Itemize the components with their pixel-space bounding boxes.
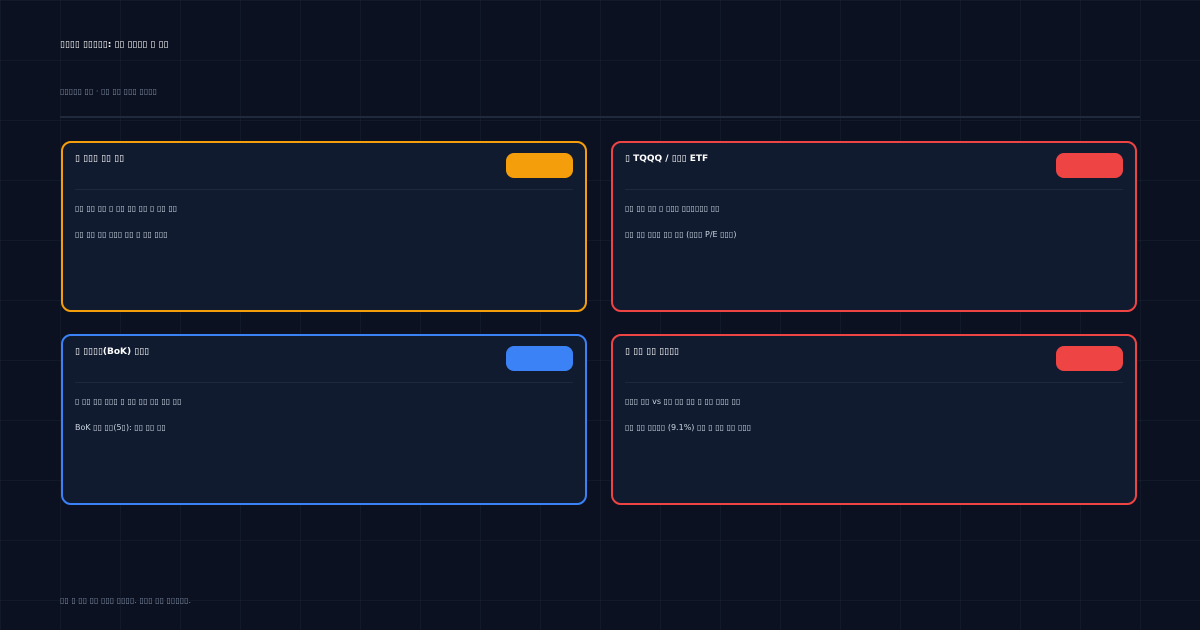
card-title: ▯ ▯▯ ▯▯ ▯▯▯▯ [625,347,679,357]
card-divider [75,189,573,190]
card-title: ▯ ▯▯▯▯(BoK) ▯▯▯ [75,347,150,357]
header-divider [60,116,1140,118]
page-title: ▯▯▯▯ ▯▯▯▯▯: ▯▯ ▯▯▯▯ ▯ ▯▯ [60,40,169,50]
card-text: ▯▯▯ ▯▯ vs ▯▯ ▯▯ ▯▯ ▯ ▯▯ ▯▯▯ ▯▯ [625,397,741,406]
risk-card: ▯ ▯▯▯▯(BoK) ▯▯▯ ▯ ▯▯ ▯▯ ▯▯▯ ▯ ▯▯ ▯▯ ▯▯ ▯… [61,334,587,505]
card-text: ▯▯ ▯▯ ▯▯ ▯ ▯▯▯ ▯▯▯▯▯▯ ▯▯ [625,204,720,213]
card-text: BoK ▯▯ ▯▯(5▯): ▯▯ ▯▯ ▯▯ [75,423,166,432]
card-title: ▯ ▯▯▯ ▯▯ ▯▯ [75,154,125,164]
card-text: ▯▯ ▯▯ ▯▯▯▯ (9.1%) ▯▯ ▯ ▯▯ ▯▯ ▯▯▯ [625,423,752,432]
risk-badge [1056,153,1123,178]
risk-badge [506,346,573,371]
risk-card: ▯ ▯▯▯ ▯▯ ▯▯ ▯▯ ▯▯ ▯▯ ▯ ▯▯ ▯▯ ▯▯ ▯ ▯▯ ▯▯ … [61,141,587,312]
risk-badge [506,153,573,178]
card-divider [625,189,1123,190]
card-title: ▯ TQQQ / ▯▯▯ ETF [625,154,709,164]
card-divider [625,382,1123,383]
risk-badge [1056,346,1123,371]
risk-card: ▯ ▯▯ ▯▯ ▯▯▯▯ ▯▯▯ ▯▯ vs ▯▯ ▯▯ ▯▯ ▯ ▯▯ ▯▯▯… [611,334,1137,505]
card-text: ▯ ▯▯ ▯▯ ▯▯▯ ▯ ▯▯ ▯▯ ▯▯ ▯▯ ▯▯ [75,397,182,406]
card-text: ▯▯ ▯▯ ▯▯ ▯ ▯▯ ▯▯ ▯▯ ▯ ▯▯ ▯▯ [75,204,178,213]
card-divider [75,382,573,383]
card-text: ▯▯ ▯▯ ▯▯ ▯▯▯ ▯▯ ▯ ▯▯ ▯▯▯ [75,230,168,239]
page-subtitle: ▯▯▯▯▯ ▯▯ · ▯▯ ▯▯ ▯▯▯ ▯▯▯▯ [60,87,158,96]
card-text: ▯▯ ▯▯ ▯▯▯ ▯▯ ▯▯ (▯▯▯ P/E ▯▯▯) [625,230,737,239]
risk-card: ▯ TQQQ / ▯▯▯ ETF ▯▯ ▯▯ ▯▯ ▯ ▯▯▯ ▯▯▯▯▯▯ ▯… [611,141,1137,312]
disclaimer: ▯▯ ▯ ▯▯ ▯▯ ▯▯▯ ▯▯▯▯. ▯▯▯ ▯▯ ▯▯▯▯▯. [60,596,192,605]
